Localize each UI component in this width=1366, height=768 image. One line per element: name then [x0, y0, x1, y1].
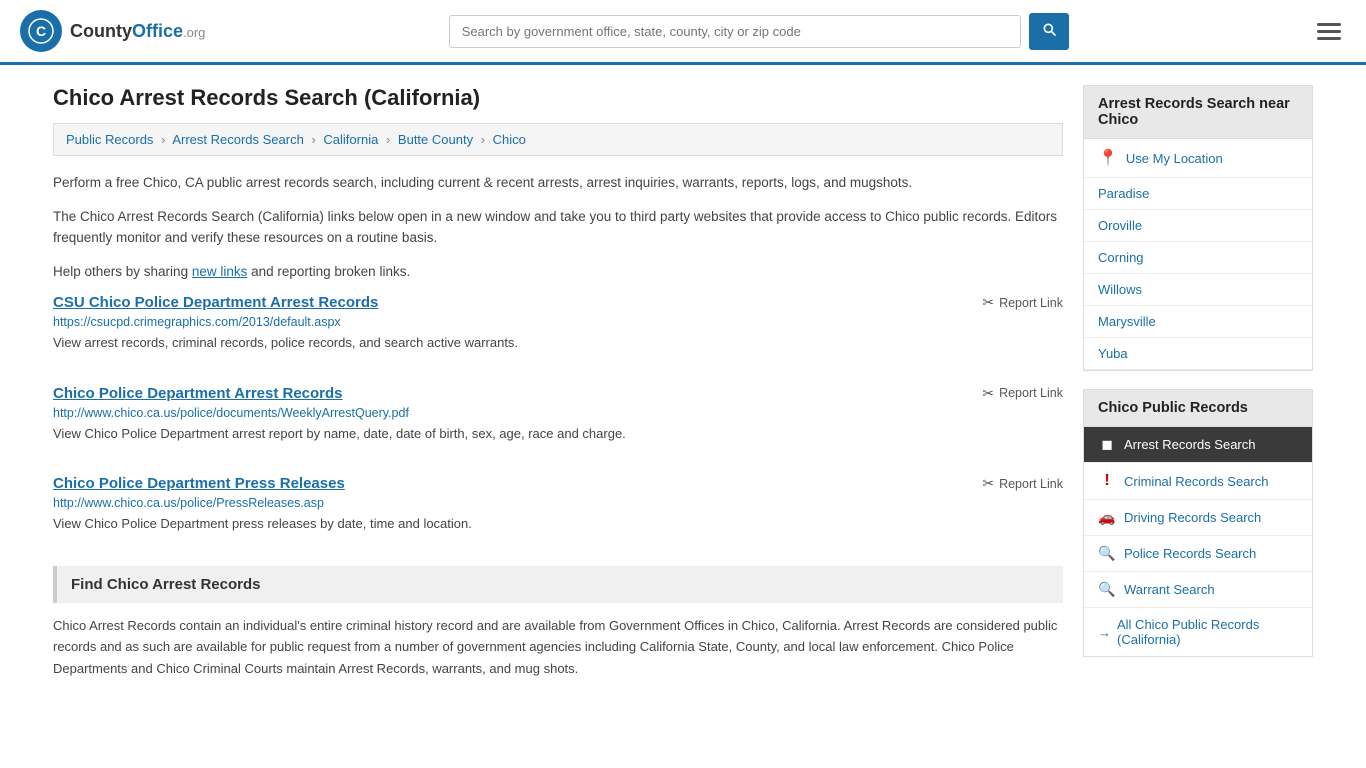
report-link-2[interactable]: ✂ Report Link [982, 475, 1063, 492]
new-links-link[interactable]: new links [192, 264, 248, 279]
logo-icon: C [20, 10, 62, 52]
record-link-1[interactable]: Chico Police Department Arrest Records [53, 385, 343, 402]
nearby-title: Arrest Records Search near Chico [1084, 86, 1312, 139]
search-input[interactable] [449, 15, 1021, 48]
public-record-label-0: Arrest Records Search [1124, 437, 1256, 452]
public-record-label-4: Warrant Search [1124, 582, 1215, 597]
public-record-label-1: Criminal Records Search [1124, 474, 1269, 489]
record-link-0[interactable]: CSU Chico Police Department Arrest Recor… [53, 294, 378, 311]
description-2: The Chico Arrest Records Search (Califor… [53, 206, 1063, 249]
svg-text:C: C [36, 23, 46, 39]
record-title-1: Chico Police Department Arrest Records [53, 385, 343, 402]
record-desc-0: View arrest records, criminal records, p… [53, 333, 1063, 353]
header: C CountyOffice.org [0, 0, 1366, 65]
sidebar-public-records-section: Chico Public Records ◼ Arrest Records Sea… [1083, 389, 1313, 657]
breadcrumb-arrest-records-search[interactable]: Arrest Records Search [172, 132, 304, 147]
nearby-city-2[interactable]: Corning [1084, 242, 1312, 274]
find-section-text: Chico Arrest Records contain an individu… [53, 615, 1063, 679]
record-entry: Chico Police Department Press Releases ✂… [53, 475, 1063, 544]
public-record-item-0[interactable]: ◼ Arrest Records Search [1084, 427, 1312, 463]
description-3: Help others by sharing new links and rep… [53, 261, 1063, 283]
all-records-link[interactable]: → All Chico Public Records (California) [1084, 608, 1312, 656]
find-section-header: Find Chico Arrest Records [53, 566, 1063, 603]
record-link-2[interactable]: Chico Police Department Press Releases [53, 475, 345, 492]
public-record-items-list: ◼ Arrest Records Search! Criminal Records … [1084, 427, 1312, 608]
public-record-item-1[interactable]: ! Criminal Records Search [1084, 463, 1312, 500]
public-record-label-3: Police Records Search [1124, 546, 1256, 561]
record-url-0: https://csucpd.crimegraphics.com/2013/de… [53, 315, 1063, 329]
public-records-title: Chico Public Records [1084, 390, 1312, 427]
logo-text: CountyOffice.org [70, 21, 205, 42]
report-link-0[interactable]: ✂ Report Link [982, 294, 1063, 311]
description-1: Perform a free Chico, CA public arrest r… [53, 172, 1063, 194]
record-url-1: http://www.chico.ca.us/police/documents/… [53, 406, 1063, 420]
warrant-icon: 🔍 [1098, 581, 1116, 598]
driving-icon: 🚗 [1098, 509, 1116, 526]
use-my-location-button[interactable]: 📍 Use My Location [1084, 139, 1312, 178]
public-record-item-4[interactable]: 🔍 Warrant Search [1084, 572, 1312, 608]
public-record-item-2[interactable]: 🚗 Driving Records Search [1084, 500, 1312, 536]
breadcrumb: Public Records › Arrest Records Search ›… [53, 123, 1063, 156]
report-icon-0: ✂ [982, 294, 994, 311]
record-url-2: http://www.chico.ca.us/police/PressRelea… [53, 496, 1063, 510]
record-entry: Chico Police Department Arrest Records ✂… [53, 385, 1063, 454]
public-record-item-3[interactable]: 🔍 Police Records Search [1084, 536, 1312, 572]
public-record-label-2: Driving Records Search [1124, 510, 1261, 525]
logo-area: C CountyOffice.org [20, 10, 205, 52]
nearby-city-4[interactable]: Marysville [1084, 306, 1312, 338]
page-title: Chico Arrest Records Search (California) [53, 85, 1063, 111]
search-button[interactable] [1029, 13, 1069, 50]
breadcrumb-public-records[interactable]: Public Records [66, 132, 153, 147]
location-icon: 📍 [1098, 148, 1118, 168]
nearby-city-5[interactable]: Yuba [1084, 338, 1312, 370]
record-entries: CSU Chico Police Department Arrest Recor… [53, 294, 1063, 544]
nearby-city-0[interactable]: Paradise [1084, 178, 1312, 210]
breadcrumb-california[interactable]: California [323, 132, 378, 147]
search-area [449, 13, 1069, 50]
record-title-2: Chico Police Department Press Releases [53, 475, 345, 492]
sidebar: Arrest Records Search near Chico 📍 Use M… [1083, 85, 1313, 691]
breadcrumb-butte-county[interactable]: Butte County [398, 132, 473, 147]
report-icon-1: ✂ [982, 385, 994, 402]
record-entry: CSU Chico Police Department Arrest Recor… [53, 294, 1063, 363]
record-desc-1: View Chico Police Department arrest repo… [53, 424, 1063, 444]
sidebar-nearby-section: Arrest Records Search near Chico 📍 Use M… [1083, 85, 1313, 371]
record-title-0: CSU Chico Police Department Arrest Recor… [53, 294, 378, 311]
nearby-city-1[interactable]: Oroville [1084, 210, 1312, 242]
record-desc-2: View Chico Police Department press relea… [53, 514, 1063, 534]
report-link-1[interactable]: ✂ Report Link [982, 385, 1063, 402]
criminal-icon: ! [1098, 472, 1116, 490]
arrest-icon: ◼ [1098, 436, 1116, 453]
content-area: Chico Arrest Records Search (California)… [53, 85, 1063, 691]
menu-button[interactable] [1312, 18, 1346, 45]
main-container: Chico Arrest Records Search (California)… [33, 65, 1333, 711]
report-icon-2: ✂ [982, 475, 994, 492]
nearby-cities-list: ParadiseOrovilleCorningWillowsMarysville… [1084, 178, 1312, 370]
breadcrumb-chico[interactable]: Chico [493, 132, 526, 147]
nearby-city-3[interactable]: Willows [1084, 274, 1312, 306]
police-icon: 🔍 [1098, 545, 1116, 562]
